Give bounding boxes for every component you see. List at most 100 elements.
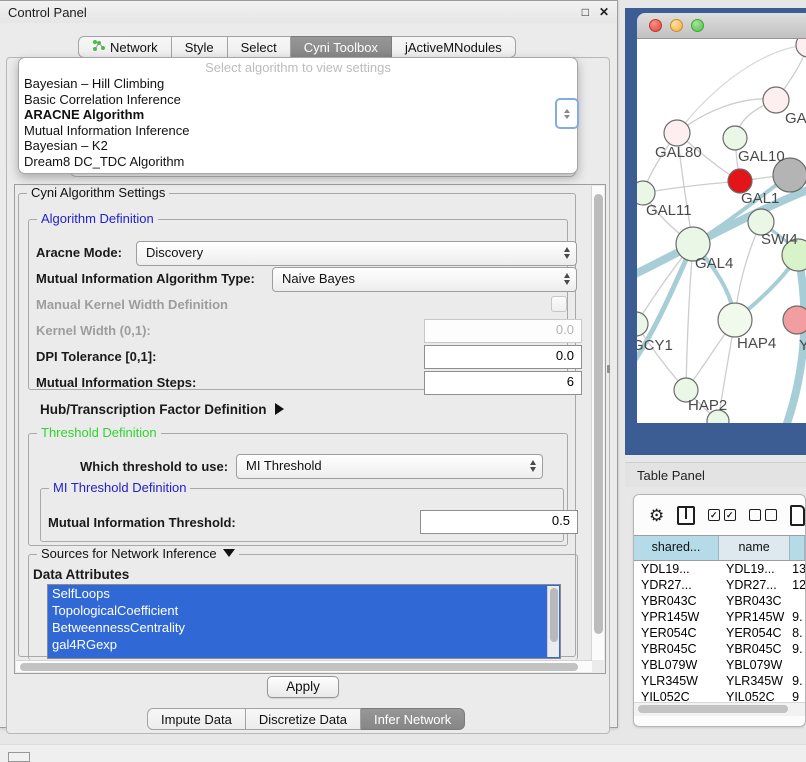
tab-impute-data[interactable]: Impute Data bbox=[147, 708, 246, 730]
network-node-gcy1[interactable] bbox=[637, 312, 648, 336]
tab-infer-network[interactable]: Infer Network bbox=[361, 708, 465, 730]
table-cell: 8. bbox=[790, 625, 805, 641]
minimize-traffic-icon[interactable] bbox=[670, 19, 683, 32]
stepper-up-icon bbox=[564, 109, 570, 113]
export-table-icon[interactable] bbox=[790, 505, 805, 526]
table-row[interactable]: YDL19...YDL19...13 bbox=[634, 561, 805, 577]
node-label: SWI4 bbox=[761, 231, 798, 248]
table-toolbar: ⚙ ✓✓ bbox=[634, 495, 805, 535]
tab-label: Infer Network bbox=[374, 712, 451, 727]
table-cell: YBL079W bbox=[719, 657, 790, 673]
data-attribute-item[interactable]: BetweennessCentrality bbox=[48, 619, 560, 636]
network-node[interactable] bbox=[796, 39, 806, 57]
network-icon bbox=[92, 39, 105, 55]
table-cell: YIL052C bbox=[634, 689, 719, 702]
tab-jactivemnodules[interactable]: jActiveMNodules bbox=[392, 36, 516, 58]
data-attribute-item[interactable]: SelfLoops bbox=[48, 585, 560, 602]
which-threshold-combo[interactable]: MI Threshold bbox=[236, 454, 543, 479]
stepper-down-icon bbox=[564, 115, 570, 119]
table-row[interactable]: YBR043CYBR043C bbox=[634, 593, 805, 609]
deselect-all-checkboxes-icon[interactable] bbox=[749, 509, 777, 521]
table-cell: YBR045C bbox=[634, 641, 719, 657]
tab-discretize-data[interactable]: Discretize Data bbox=[246, 708, 361, 730]
algorithm-option-aracne-algorithm[interactable]: ARACNE Algorithm bbox=[19, 107, 577, 123]
network-node-gal10[interactable] bbox=[723, 126, 747, 150]
table-cell: 12 bbox=[790, 577, 805, 593]
algorithm-option-basic-correlation-inference[interactable]: Basic Correlation Inference bbox=[19, 92, 577, 108]
table-row[interactable]: YIL052CYIL052C9 bbox=[634, 689, 805, 702]
table-cell: YBR043C bbox=[719, 593, 790, 609]
table-row[interactable]: YDR27...YDR27...12 bbox=[634, 577, 805, 593]
manual-kernel-checkbox[interactable] bbox=[551, 296, 567, 312]
control-panel-title: Control Panel bbox=[8, 5, 87, 20]
algorithm-option-bayesian-k2[interactable]: Bayesian – K2 bbox=[19, 138, 577, 154]
splitter-handle[interactable] bbox=[607, 365, 610, 373]
tab-network[interactable]: Network bbox=[78, 36, 172, 58]
gear-icon[interactable]: ⚙ bbox=[649, 507, 664, 524]
hub-definition-toggle[interactable]: Hub/Transcription Factor Definition bbox=[40, 402, 284, 417]
columns-icon[interactable] bbox=[677, 506, 695, 525]
table-cell: YBR043C bbox=[634, 593, 719, 609]
tab-label: jActiveMNodules bbox=[405, 40, 502, 55]
combo-stepper-icon bbox=[530, 460, 536, 472]
kernel-width-label: Kernel Width (0,1): bbox=[36, 323, 151, 338]
table-row[interactable]: YER054CYER054C8. bbox=[634, 625, 805, 641]
algorithm-combo-stepper[interactable] bbox=[555, 98, 579, 129]
algorithm-option-bayesian-hill-climbing[interactable]: Bayesian – Hill Climbing bbox=[19, 76, 577, 92]
horizontal-scrollbar[interactable] bbox=[16, 660, 592, 672]
data-attribute-item[interactable]: gal4RGexp bbox=[48, 636, 560, 653]
node-label: GAL bbox=[785, 110, 806, 127]
table-row[interactable]: YBR045CYBR045C9. bbox=[634, 641, 805, 657]
aracne-mode-combo[interactable]: Discovery bbox=[136, 241, 577, 266]
close-window-icon[interactable]: ✕ bbox=[599, 6, 609, 18]
table-window: ⚙ ✓✓ shared...name YDL19...YDL19...13YDR… bbox=[633, 494, 806, 727]
table-cell: YDL19... bbox=[719, 561, 790, 577]
network-node-hap4[interactable] bbox=[718, 303, 752, 337]
tab-select[interactable]: Select bbox=[228, 36, 291, 58]
attributes-scrollbar[interactable] bbox=[547, 586, 559, 657]
data-attributes-list[interactable]: SelfLoopsTopologicalCoefficientBetweenne… bbox=[47, 584, 561, 659]
sources-group-title[interactable]: Sources for Network Inference bbox=[37, 546, 239, 561]
network-canvas[interactable]: GALGAL80GAL10GAL1GAL11SWI4GAL4GCY1HAP4YH… bbox=[637, 39, 806, 423]
vertical-scrollbar-thumb[interactable] bbox=[594, 194, 603, 634]
attributes-scrollbar-thumb[interactable] bbox=[550, 588, 558, 642]
network-node-y[interactable] bbox=[783, 306, 806, 334]
tab-style[interactable]: Style bbox=[172, 36, 228, 58]
table-hscroll-thumb[interactable] bbox=[638, 705, 788, 713]
mi-type-label: Mutual Information Algorithm Type: bbox=[36, 271, 255, 286]
kernel-width-field[interactable]: 0.0 bbox=[424, 319, 582, 343]
select-all-checkboxes-icon[interactable]: ✓✓ bbox=[708, 509, 736, 521]
table-horizontal-scrollbar[interactable] bbox=[634, 702, 805, 716]
table-panel-titlebar: Table Panel bbox=[625, 462, 806, 487]
algorithm-option-mutual-information-inference[interactable]: Mutual Information Inference bbox=[19, 123, 577, 139]
data-attribute-item[interactable]: TopologicalCoefficient bbox=[48, 602, 560, 619]
table-row[interactable]: YBL079WYBL079W bbox=[634, 657, 805, 673]
horizontal-scrollbar-thumb[interactable] bbox=[20, 663, 578, 671]
dpi-tolerance-field[interactable]: 0.0 bbox=[424, 345, 582, 369]
tab-cyni-toolbox[interactable]: Cyni Toolbox bbox=[291, 36, 392, 58]
apply-button[interactable]: Apply bbox=[267, 676, 339, 698]
table-cell: YER054C bbox=[634, 625, 719, 641]
table-row[interactable]: YPR145WYPR145W9. bbox=[634, 609, 805, 625]
table-cell: YLR345W bbox=[719, 673, 790, 689]
column-header-shared-[interactable]: shared... bbox=[634, 536, 719, 560]
vertical-scrollbar[interactable] bbox=[591, 186, 604, 660]
close-traffic-icon[interactable] bbox=[649, 19, 662, 32]
combo-stepper-icon bbox=[564, 273, 570, 285]
column-header-clipped[interactable] bbox=[790, 536, 805, 560]
mi-steps-field[interactable]: 6 bbox=[424, 371, 582, 395]
table-cell: YER054C bbox=[719, 625, 790, 641]
table-cell: 9. bbox=[790, 641, 805, 657]
algorithm-option-dream8-dc-tdc-algorithm[interactable]: Dream8 DC_TDC Algorithm bbox=[19, 154, 577, 170]
mi-type-combo[interactable]: Naive Bayes bbox=[272, 267, 577, 292]
combo-stepper-icon bbox=[564, 247, 570, 259]
float-window-icon[interactable]: □ bbox=[582, 6, 589, 18]
hub-definition-label: Hub/Transcription Factor Definition bbox=[40, 402, 267, 417]
table-cell bbox=[790, 657, 805, 673]
minimized-panel-chip[interactable] bbox=[8, 752, 30, 762]
table-row[interactable]: YLR345WYLR345W9. bbox=[634, 673, 805, 689]
column-header-name[interactable]: name bbox=[719, 536, 790, 560]
network-node-gal80[interactable] bbox=[664, 120, 690, 146]
zoom-traffic-icon[interactable] bbox=[691, 19, 704, 32]
mi-threshold-field[interactable]: 0.5 bbox=[420, 510, 578, 534]
